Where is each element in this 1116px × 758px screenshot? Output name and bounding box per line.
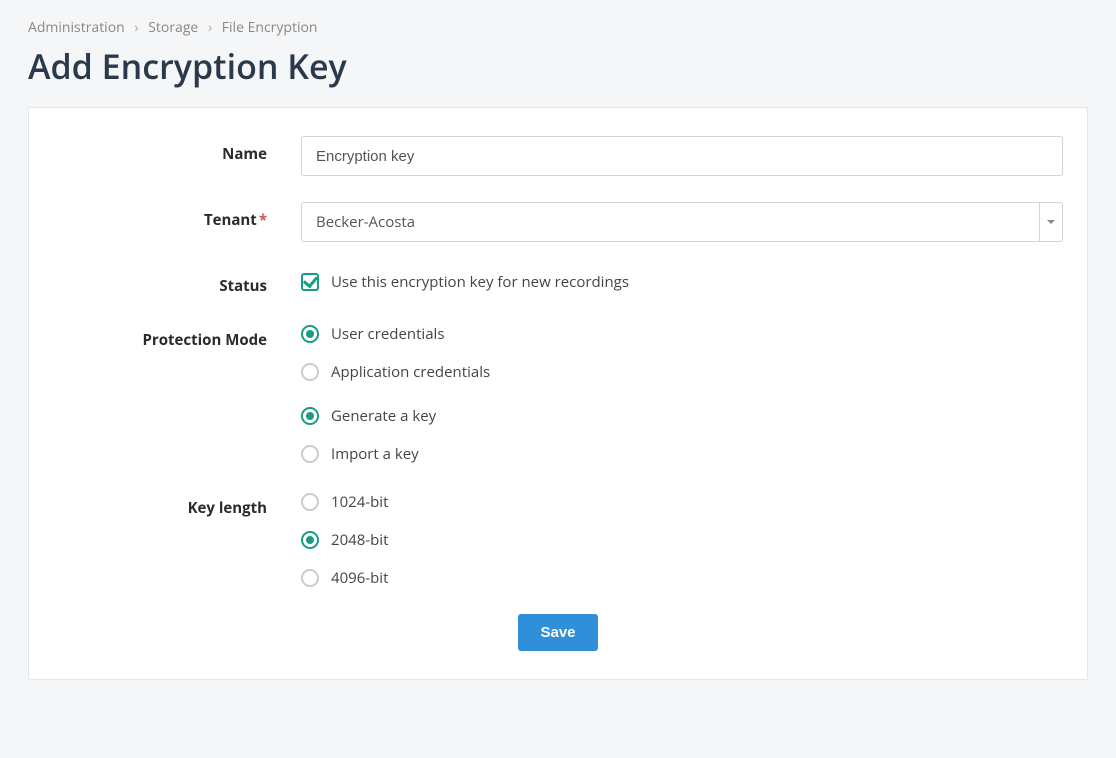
tenant-label: Tenant*	[53, 202, 301, 230]
breadcrumb-item-administration[interactable]: Administration	[28, 18, 125, 37]
breadcrumb-item-file-encryption[interactable]: File Encryption	[222, 18, 318, 37]
chevron-down-icon	[1047, 220, 1055, 224]
radio-label: 4096-bit	[331, 568, 388, 588]
radio-icon	[301, 407, 319, 425]
page-title: Add Encryption Key	[28, 43, 1088, 89]
radio-label: Application credentials	[331, 362, 490, 382]
protection-mode-group: User credentials Application credentials	[301, 322, 1063, 382]
radio-label: User credentials	[331, 324, 444, 344]
status-checkbox[interactable]	[301, 273, 319, 291]
radio-icon	[301, 363, 319, 381]
radio-label: 2048-bit	[331, 530, 388, 550]
radio-user-credentials[interactable]: User credentials	[301, 324, 1063, 344]
radio-icon	[301, 531, 319, 549]
radio-icon	[301, 325, 319, 343]
key-length-label: Key length	[53, 490, 301, 518]
protection-mode-label: Protection Mode	[53, 322, 301, 350]
key-source-group: Generate a key Import a key	[301, 404, 1063, 464]
name-input[interactable]	[301, 136, 1063, 176]
radio-4096-bit[interactable]: 4096-bit	[301, 568, 1063, 588]
required-marker: *	[259, 210, 267, 230]
status-checkbox-label[interactable]: Use this encryption key for new recordin…	[331, 272, 629, 292]
breadcrumb: Administration › Storage › File Encrypti…	[28, 18, 1088, 37]
radio-icon	[301, 569, 319, 587]
status-label: Status	[53, 268, 301, 296]
radio-import-key[interactable]: Import a key	[301, 444, 1063, 464]
radio-label: Generate a key	[331, 406, 436, 426]
save-button[interactable]: Save	[518, 614, 597, 651]
radio-generate-key[interactable]: Generate a key	[301, 406, 1063, 426]
radio-icon	[301, 445, 319, 463]
tenant-select-caret[interactable]	[1039, 202, 1063, 242]
chevron-right-icon: ›	[134, 18, 138, 37]
key-length-group: 1024-bit 2048-bit 4096-bit	[301, 490, 1063, 588]
radio-label: 1024-bit	[331, 492, 388, 512]
radio-2048-bit[interactable]: 2048-bit	[301, 530, 1063, 550]
tenant-select-value[interactable]: Becker-Acosta	[301, 202, 1039, 242]
radio-label: Import a key	[331, 444, 419, 464]
radio-application-credentials[interactable]: Application credentials	[301, 362, 1063, 382]
radio-1024-bit[interactable]: 1024-bit	[301, 492, 1063, 512]
name-label: Name	[53, 136, 301, 164]
chevron-right-icon: ›	[208, 18, 212, 37]
radio-icon	[301, 493, 319, 511]
breadcrumb-item-storage[interactable]: Storage	[148, 18, 198, 37]
tenant-select[interactable]: Becker-Acosta	[301, 202, 1063, 242]
form-panel: Name Tenant* Becker-Acosta Status	[28, 107, 1088, 680]
